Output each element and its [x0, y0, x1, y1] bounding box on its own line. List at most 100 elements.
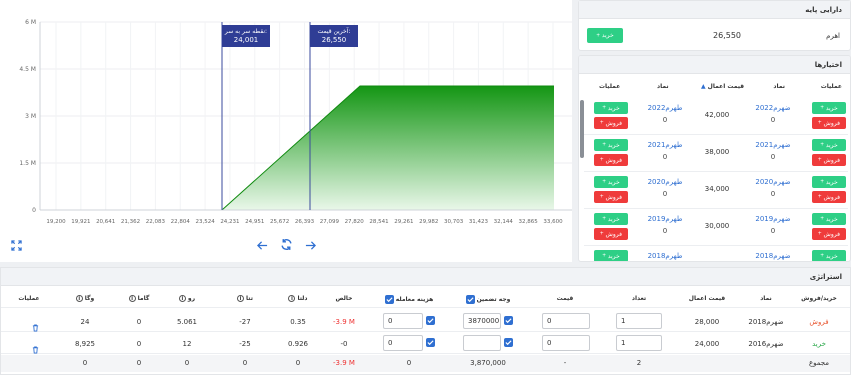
arrow-left-icon[interactable]	[255, 238, 269, 252]
price-input[interactable]: 0	[542, 313, 590, 329]
info-icon[interactable]: i	[75, 295, 83, 302]
header-checkbox[interactable]	[465, 295, 475, 304]
put-buy-button[interactable]: + خرید	[594, 250, 628, 261]
y-tick-label: 6 M	[25, 19, 36, 26]
plus-icon: +	[820, 105, 824, 111]
plus-icon: +	[820, 253, 824, 259]
margin-checkbox[interactable]	[504, 316, 513, 325]
put-sell-button[interactable]: + فروش	[594, 154, 628, 166]
plus-icon: +	[600, 231, 604, 237]
plus-icon: +	[602, 142, 606, 148]
refresh-icon[interactable]	[279, 237, 293, 251]
info-icon[interactable]: i	[128, 295, 136, 302]
put-sell-button[interactable]: + فروش	[594, 191, 628, 203]
put-symbol[interactable]: طهرم2019	[640, 215, 690, 223]
plus-icon: +	[818, 231, 822, 237]
x-tick-label: 24,951	[245, 219, 264, 225]
plus-icon: +	[602, 216, 606, 222]
fullscreen-icon[interactable]	[9, 238, 23, 252]
put-open-interest: 0	[662, 116, 668, 124]
call-symbol[interactable]: ضهرم2020	[748, 178, 798, 186]
call-symbol[interactable]: ضهرم2019	[748, 215, 798, 223]
put-symbol[interactable]: طهرم2020	[640, 178, 690, 186]
total-label: مجموع	[808, 359, 830, 367]
put-sell-button[interactable]: + فروش	[594, 117, 628, 129]
call-buy-button[interactable]: + خرید	[812, 139, 846, 151]
options-scrollbar[interactable]	[580, 100, 584, 158]
payoff-chart: 6 M 4.5 M 3 M 1.5 M 0 19,200 19,921 20,641 21,3…	[19, 19, 572, 225]
put-symbol[interactable]: طهرم2021	[640, 141, 690, 149]
info-icon[interactable]: i	[237, 295, 245, 302]
delta: 0.35	[290, 318, 306, 326]
call-symbol[interactable]: ضهرم2018	[748, 252, 798, 260]
x-tick-label: 31,423	[469, 219, 489, 225]
info-icon[interactable]: i	[178, 295, 186, 302]
put-buy-button[interactable]: + خرید	[594, 213, 628, 225]
info-icon[interactable]: i	[288, 295, 296, 302]
rho: 12	[182, 340, 192, 348]
x-tick-label: 19,921	[71, 219, 90, 225]
call-buy-button[interactable]: + خرید	[812, 250, 846, 261]
arrow-right-icon[interactable]	[303, 238, 317, 252]
plus-icon: +	[818, 120, 822, 126]
base-asset-buy-button[interactable]: + خرید	[587, 28, 623, 43]
strike: 28,000	[694, 318, 720, 326]
price-input[interactable]: 0	[542, 335, 590, 351]
call-buy-button[interactable]: + خرید	[812, 176, 846, 188]
fee-input[interactable]: 0	[383, 313, 423, 329]
put-sell-button[interactable]: + فروش	[594, 228, 628, 240]
strike-price: 34,000	[704, 185, 730, 193]
gamma: 0	[136, 340, 142, 348]
plus-icon: +	[818, 157, 822, 163]
put-symbol[interactable]: طهرم2022	[640, 104, 690, 112]
header-checkbox[interactable]	[384, 295, 394, 304]
theta: -27	[239, 318, 251, 326]
strike-price: 38,000	[704, 148, 730, 156]
plus-icon: +	[820, 142, 824, 148]
call-sell-button[interactable]: + فروش	[812, 117, 846, 129]
x-tick-label: 20,641	[96, 219, 115, 225]
x-tick-label: 32,144	[494, 219, 514, 225]
options-title: اختیارها	[814, 61, 842, 69]
x-tick-label: 23,524	[195, 219, 215, 225]
y-tick-label: 3 M	[25, 113, 36, 120]
margin-input[interactable]: 3870000	[463, 313, 501, 329]
call-symbol[interactable]: ضهرم2021	[748, 141, 798, 149]
put-symbol[interactable]: طهرم2018	[640, 252, 690, 260]
x-tick-label: 21,362	[121, 219, 140, 225]
plus-icon: +	[820, 179, 824, 185]
vega: 24	[80, 318, 90, 326]
side: فروش	[809, 318, 829, 326]
margin-checkbox[interactable]	[504, 338, 513, 347]
y-tick-label: 4.5 M	[19, 66, 36, 73]
call-sell-button[interactable]: + فروش	[812, 228, 846, 240]
option-row: + خرید + فروش ضهرم2021 0 38,000 طهرم2021 0…	[584, 135, 848, 172]
header-symbol-right: نماد	[773, 83, 785, 90]
put-buy-button[interactable]: + خرید	[594, 139, 628, 151]
total-vega: 0	[82, 359, 88, 367]
fee-input[interactable]: 0	[383, 335, 423, 351]
total-fee: 0	[406, 359, 412, 367]
fee-checkbox[interactable]	[426, 316, 435, 325]
total-theta: 0	[242, 359, 248, 367]
y-tick-label: 1.5 M	[19, 160, 36, 167]
sort-icon[interactable]: ▲	[701, 83, 706, 90]
margin-input[interactable]	[463, 335, 501, 351]
call-sell-button[interactable]: + فروش	[812, 154, 846, 166]
call-buy-button[interactable]: + خرید	[812, 213, 846, 225]
x-tick-label: 24,231	[220, 219, 239, 225]
side: خرید	[812, 340, 826, 348]
qty-input[interactable]: 1	[616, 313, 662, 329]
trash-icon[interactable]	[32, 317, 39, 336]
x-tick-label: 33,600	[543, 219, 563, 225]
qty-input[interactable]: 1	[616, 335, 662, 351]
call-sell-button[interactable]: + فروش	[812, 191, 846, 203]
put-buy-button[interactable]: + خرید	[594, 102, 628, 114]
fee-checkbox[interactable]	[426, 338, 435, 347]
base-asset-price: 26,550	[713, 31, 741, 40]
header-price: قیمت	[556, 295, 574, 302]
put-buy-button[interactable]: + خرید	[594, 176, 628, 188]
call-buy-button[interactable]: + خرید	[812, 102, 846, 114]
call-open-interest: 0	[770, 116, 776, 124]
call-symbol[interactable]: ضهرم2022	[748, 104, 798, 112]
